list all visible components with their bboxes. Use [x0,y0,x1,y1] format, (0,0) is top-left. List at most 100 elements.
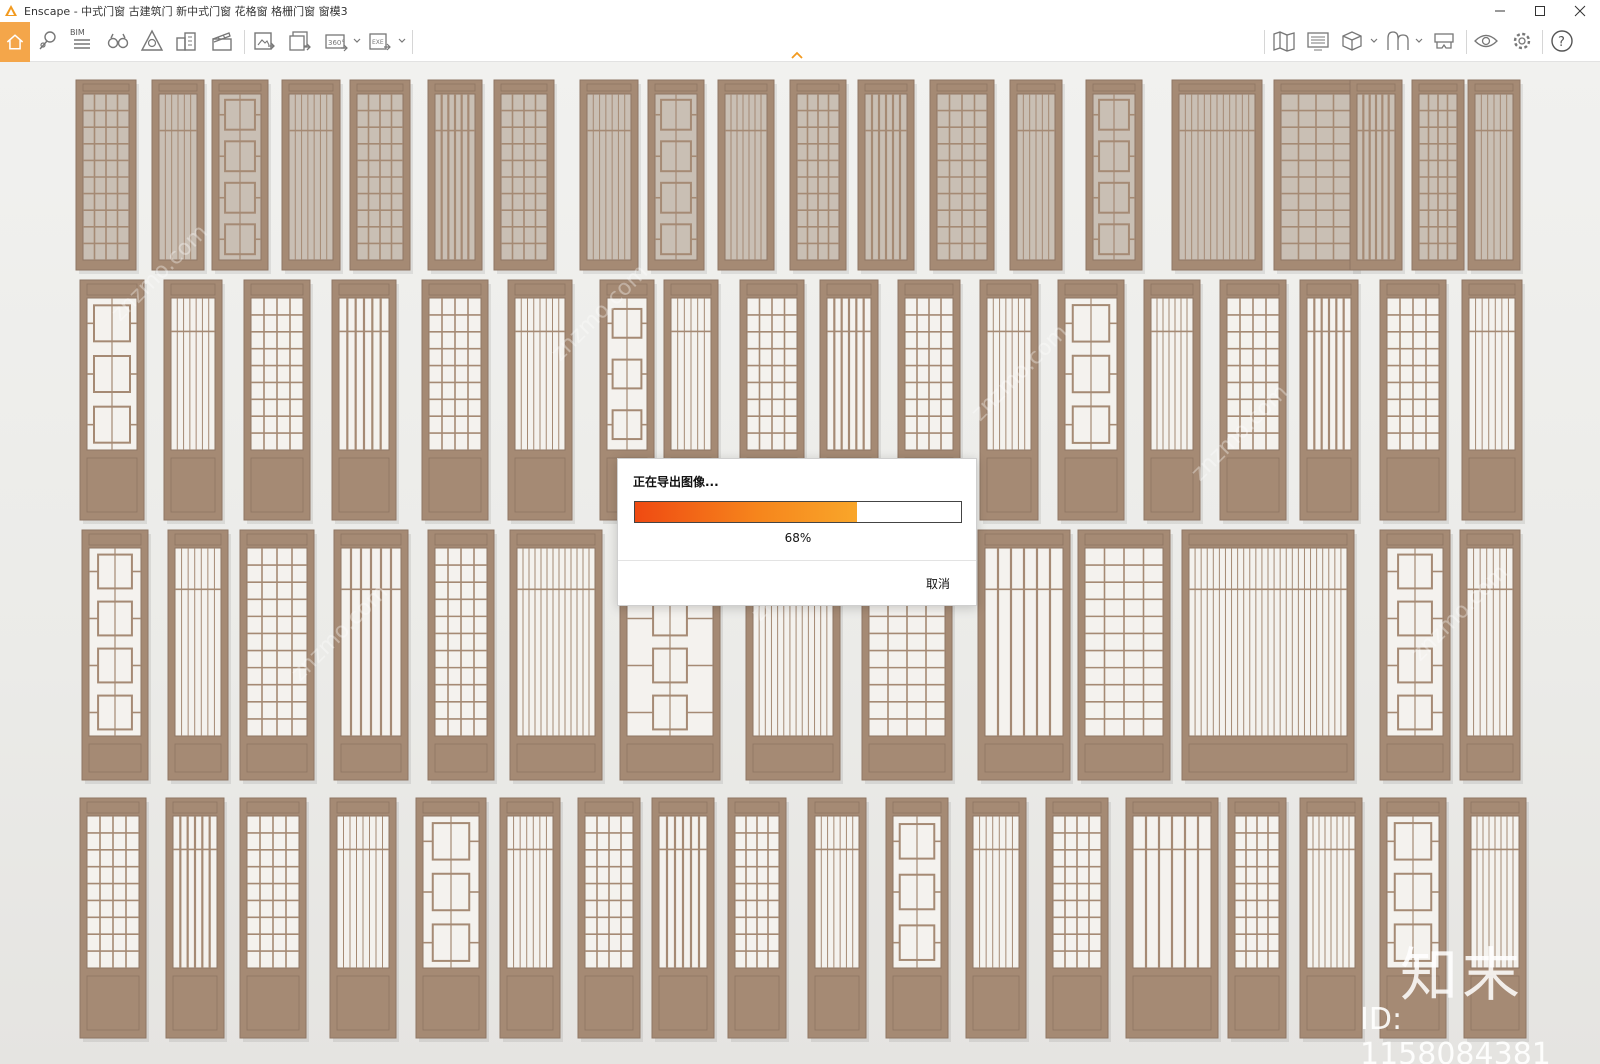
door-model [81,529,151,784]
door-model [965,797,1029,1042]
gear-icon [1513,32,1531,50]
door-model [493,79,557,274]
door-model [1379,797,1449,1042]
video-editor-button[interactable] [208,26,236,56]
door-model [651,797,717,1042]
door-model [885,797,951,1042]
door-model [577,797,643,1042]
door-model [1273,79,1361,274]
binoculars-button[interactable] [104,26,132,56]
progress-bar [634,501,962,523]
chevron-down-icon[interactable] [352,36,362,46]
assets-button[interactable] [172,26,200,56]
home-button[interactable] [0,22,30,62]
maximize-icon [1535,6,1545,16]
close-button[interactable] [1560,0,1600,22]
dialog-title: 正在导出图像... [633,475,719,489]
toolbar-separator [244,30,245,54]
cancel-button[interactable]: 取消 [920,571,956,595]
enscape-logo-icon [5,5,17,16]
view-mode-button[interactable] [1472,26,1500,56]
door-model [331,279,399,524]
chevron-down-icon[interactable] [1414,36,1424,46]
door-model [1143,279,1203,524]
door-model [1085,79,1145,274]
door-model [1463,797,1529,1042]
progress-fill [635,502,857,522]
chevron-down-icon[interactable] [397,36,407,46]
cube-view-button[interactable] [1338,26,1366,56]
chevron-down-icon[interactable] [1369,36,1379,46]
bim-button[interactable] [68,26,96,56]
vr-headset-icon [1434,33,1454,49]
door-model [75,79,139,274]
map-button[interactable] [1270,26,1298,56]
help-button[interactable]: ? [1548,26,1576,56]
door-model [163,279,225,524]
door-model [1299,279,1361,524]
door-model [427,79,485,274]
dialog-divider [618,560,976,561]
door-model [211,79,271,274]
minimize-button[interactable] [1480,0,1520,22]
triangle-atmosphere-icon [140,29,164,51]
door-model [349,79,413,274]
screenshot-button[interactable] [250,26,278,56]
door-model [1461,279,1525,524]
door-model [281,79,343,274]
door-model [647,79,707,274]
door-model [727,797,789,1042]
door-model [579,79,641,274]
door-model [717,79,777,274]
eye-icon [1474,34,1498,48]
door-model [929,79,997,274]
door-model [79,797,149,1042]
enscape-window: Enscape - 中式门窗 古建筑门 新中式门窗 花格窗 格栅门窗 窗模3 B… [0,0,1600,1064]
door-model [509,529,605,784]
pin-tool-button[interactable] [34,26,62,56]
svg-text:360°: 360° [328,39,345,47]
toolbar-separator [412,30,413,54]
visual-settings-button[interactable] [1304,26,1332,56]
batch-render-button[interactable] [286,26,314,56]
door-model [1077,529,1173,784]
window-title: Enscape - 中式门窗 古建筑门 新中式门窗 花格窗 格栅门窗 窗模3 [24,5,348,18]
door-model [1181,529,1357,784]
door-model [807,797,869,1042]
image-export-icon [254,32,275,50]
chevron-up-icon[interactable] [790,50,804,60]
maximize-button[interactable] [1520,0,1560,22]
door-model [1045,797,1111,1042]
material-button[interactable] [1384,26,1412,56]
panorama-button[interactable]: 360° [322,26,350,56]
door-model [243,279,313,524]
export-exe-button[interactable]: EXE [366,26,394,56]
door-model [499,797,563,1042]
door-model [1349,79,1405,274]
settings-button[interactable] [1508,26,1536,56]
door-model [1125,797,1221,1042]
door-model [167,529,231,784]
exe-export-icon: EXE [369,33,391,51]
vr-headset-button[interactable] [1430,26,1458,56]
cube-icon [1342,31,1362,51]
door-model [165,797,227,1042]
binoculars-icon [107,33,129,49]
export-progress-dialog: 正在导出图像... 68% 取消 [617,458,977,606]
door-model [1057,279,1127,524]
door-model [1299,797,1365,1042]
door-model [977,529,1073,784]
panorama-360-icon: 360° [325,34,348,52]
door-model [421,279,491,524]
minimize-icon [1495,10,1505,12]
clapperboard-icon [212,32,232,51]
monitor-settings-icon [1307,32,1329,51]
atmosphere-button[interactable] [138,26,166,56]
door-model [415,797,489,1042]
door-model [1379,279,1449,524]
toolbar-separator [1542,30,1543,54]
door-model [1227,797,1289,1042]
close-icon [1574,5,1586,17]
toolbar-separator [1466,30,1467,54]
door-model [333,529,411,784]
